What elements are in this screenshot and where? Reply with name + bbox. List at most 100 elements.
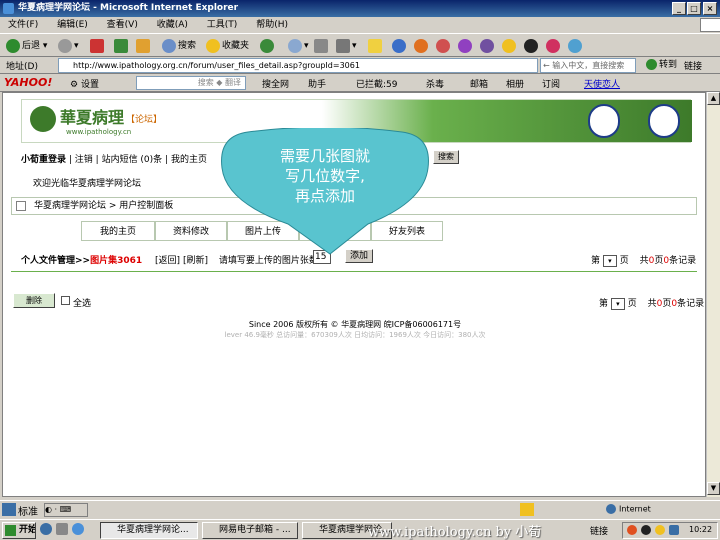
stop-button[interactable]	[90, 38, 106, 54]
home-button[interactable]	[136, 38, 152, 54]
files-title: 个人文件管理>>	[21, 256, 91, 266]
callout-line-2: 写几位数字,	[285, 167, 365, 185]
yahoo-search-input[interactable]: 搜索 ◆ 翻译	[136, 76, 246, 90]
ime-mode[interactable]: 标准	[18, 503, 38, 518]
system-tray: 10:22	[622, 522, 718, 539]
refresh-button[interactable]	[114, 38, 130, 54]
delete-button[interactable]: 删除	[13, 293, 55, 308]
yahoo-settings[interactable]: ⚙ 设置	[70, 77, 99, 90]
yahoo-helper[interactable]: 助手	[308, 77, 326, 90]
nav-relogin[interactable]: 小荀重登录	[21, 155, 66, 165]
yahoo-album[interactable]: 相册	[506, 77, 524, 90]
tray-volume-icon[interactable]	[669, 525, 679, 535]
tray-icon-3[interactable]	[655, 525, 665, 535]
taskbar-item-forum-1[interactable]: 华夏病理学网论...	[100, 522, 198, 539]
window-title: 华夏病理学网论坛 - Microsoft Internet Explorer	[18, 3, 239, 13]
refresh-icon	[114, 38, 128, 53]
quicklaunch-desktop-icon[interactable]	[56, 523, 68, 535]
go-button[interactable]: 转到	[646, 58, 677, 73]
edit-button[interactable]: ▾	[336, 38, 357, 54]
address-search-input[interactable]: ← 输入中文，直接搜索	[540, 58, 636, 73]
window-title-bar: 华夏病理学网论坛 - Microsoft Internet Explorer _…	[0, 0, 720, 17]
folder-button[interactable]	[368, 38, 384, 54]
scroll-down-icon[interactable]: ▼	[707, 482, 720, 495]
refresh-link[interactable]: [刷新]	[183, 256, 208, 266]
breadcrumb-arrow-icon	[16, 201, 26, 211]
tray-icon-1[interactable]	[627, 525, 637, 535]
links-label[interactable]: 链接	[684, 59, 702, 72]
search-button[interactable]: 搜索	[162, 38, 196, 54]
scroll-up-icon[interactable]: ▲	[707, 92, 720, 105]
nav-messages[interactable]: 站内短信 (0)条	[102, 155, 163, 165]
quicklaunch-ie-icon[interactable]	[40, 523, 52, 535]
address-url: http://www.ipathology.org.cn/forum/user_…	[73, 61, 360, 70]
start-button[interactable]: 开始	[2, 522, 36, 539]
yahoo-dating-link[interactable]: 天使恋人	[584, 77, 620, 90]
forum-search-button[interactable]: 搜索	[433, 150, 459, 164]
callout-text: 需要几张图就 写几位数字, 再点添加	[230, 146, 420, 206]
tab-my-homepage[interactable]: 我的主页	[81, 221, 155, 241]
forward-button[interactable]: ▾	[58, 38, 79, 54]
address-input[interactable]: http://www.ipathology.org.cn/forum/user_…	[58, 58, 538, 73]
toolbar: 后退 ▾ ▾ 搜索 收藏夹 ▾ ▾	[0, 33, 720, 57]
tool-button-4[interactable]	[480, 38, 496, 54]
menu-help[interactable]: 帮助(H)	[256, 20, 288, 30]
back-link[interactable]: [返回]	[155, 256, 180, 266]
favorites-button[interactable]: 收藏夹	[206, 38, 249, 54]
mail-button[interactable]: ▾	[288, 38, 309, 54]
clock: 10:22	[689, 525, 713, 534]
divider	[11, 271, 697, 272]
yahoo-blocked[interactable]: 已拦截:59	[356, 77, 398, 90]
menu-edit[interactable]: 编辑(E)	[57, 20, 88, 30]
menu-favorites[interactable]: 收藏(A)	[157, 20, 188, 30]
nav-logout[interactable]: 注销	[75, 155, 93, 165]
ie-icon	[3, 3, 14, 14]
tool-button-7[interactable]	[568, 38, 584, 54]
yahoo-mail[interactable]: 邮箱	[470, 77, 488, 90]
select-all-checkbox[interactable]	[61, 296, 70, 305]
menu-tools[interactable]: 工具(T)	[207, 20, 238, 30]
vertical-scrollbar[interactable]: ▲ ▼	[706, 92, 720, 497]
emblem-right-icon	[648, 104, 680, 138]
menu-view[interactable]: 查看(V)	[107, 20, 138, 30]
ime-icon	[2, 503, 16, 516]
fish-icon	[546, 38, 560, 53]
yahoo-subscribe[interactable]: 订阅	[542, 77, 560, 90]
print-button[interactable]	[314, 38, 330, 54]
menu-file[interactable]: 文件(F)	[8, 20, 38, 30]
yahoo-antivirus[interactable]: 杀毒	[426, 77, 444, 90]
ime-controls[interactable]: ◐ · ⌨	[44, 503, 88, 517]
status-bar: 标准 ◐ · ⌨ Internet	[0, 500, 720, 518]
star-icon	[206, 38, 220, 53]
nav-homepage[interactable]: 我的主页	[171, 155, 207, 165]
tool-button-6[interactable]	[546, 38, 562, 54]
tool-button-1[interactable]	[414, 38, 430, 54]
back-arrow-icon	[6, 38, 20, 53]
maximize-button[interactable]: □	[687, 2, 701, 15]
footer-copyright: Since 2006 版权所有 © 华夏病理网 皖ICP备06006171号	[248, 320, 462, 329]
back-button[interactable]: 后退 ▾	[6, 38, 47, 54]
album-name: 图片集3061	[90, 256, 143, 266]
quicklaunch-browser-icon[interactable]	[72, 523, 84, 535]
yahoo-site-search[interactable]: 搜全网	[262, 77, 289, 90]
taskbar-item-mail[interactable]: 网易电子邮箱 - ...	[202, 522, 298, 539]
taskbar-links[interactable]: 链接	[590, 524, 608, 537]
taskbar: 开始 华夏病理学网论... 网易电子邮箱 - ... 华夏病理学网论... ww…	[0, 519, 720, 540]
tray-qq-icon[interactable]	[641, 525, 651, 535]
qq-button[interactable]	[524, 38, 540, 54]
messenger-button[interactable]	[392, 38, 408, 54]
yahoo-logo[interactable]: YAHOO!	[4, 76, 52, 89]
tool-button-3[interactable]	[458, 38, 474, 54]
breadcrumb-text[interactable]: 华夏病理学网论坛 > 用户控制面板	[34, 201, 173, 211]
minimize-button[interactable]: _	[672, 2, 686, 15]
media-button[interactable]	[260, 38, 276, 54]
bird-icon	[392, 38, 406, 53]
page-select-bottom[interactable]: ▾	[610, 297, 625, 310]
close-button[interactable]: ×	[703, 2, 717, 15]
page-select-top[interactable]: ▾	[602, 254, 617, 267]
printer-icon	[314, 38, 328, 53]
tool-button-2[interactable]	[436, 38, 452, 54]
tab-edit-profile[interactable]: 资料修改	[155, 221, 227, 241]
tool-button-5[interactable]	[502, 38, 518, 54]
callout-line-3: 再点添加	[294, 187, 355, 205]
